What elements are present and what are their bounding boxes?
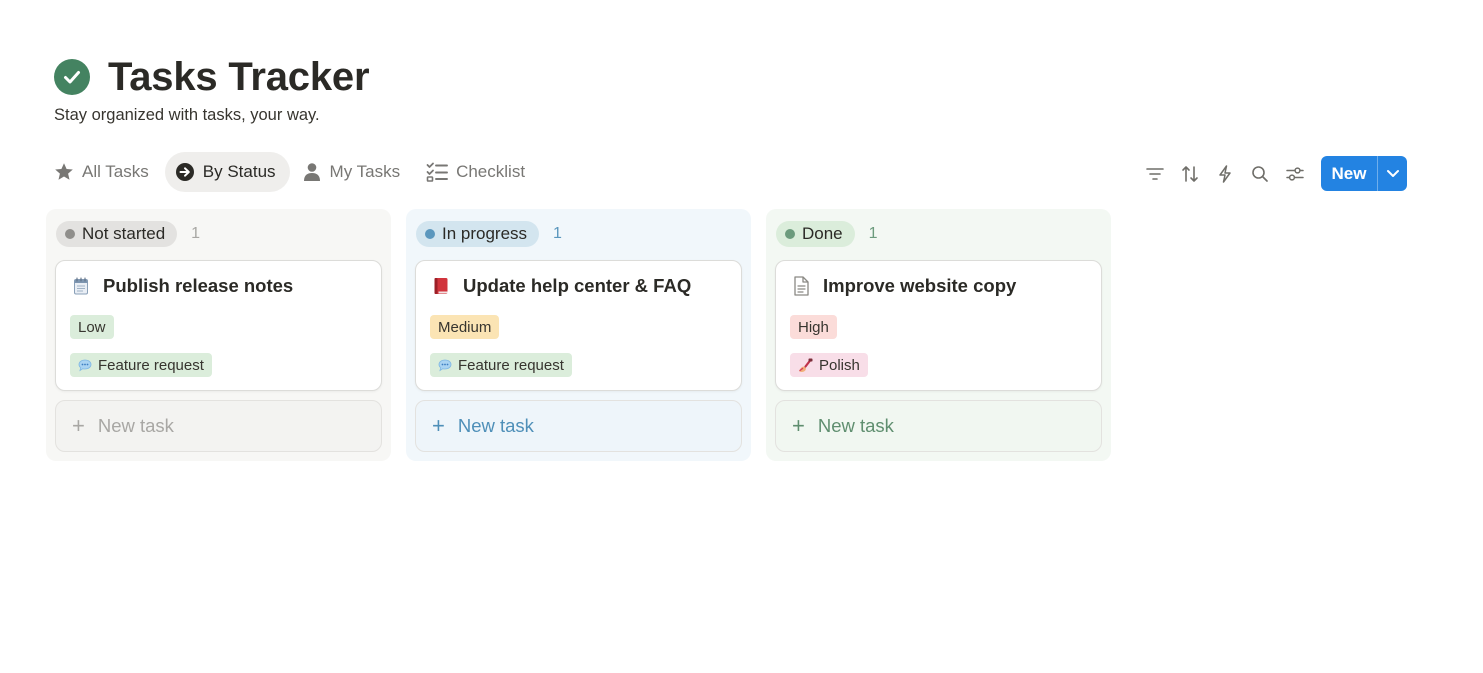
task-type-label: Feature request bbox=[98, 356, 204, 374]
card-title[interactable]: Improve website copy bbox=[823, 275, 1016, 297]
task-type-label: Feature request bbox=[458, 356, 564, 374]
sort-button[interactable] bbox=[1175, 159, 1205, 189]
column-header: Done 1 bbox=[776, 221, 878, 247]
status-dot bbox=[65, 229, 75, 239]
nail-polish-icon bbox=[798, 358, 813, 373]
column-count: 1 bbox=[191, 225, 201, 242]
new-task-label: New task bbox=[817, 415, 894, 436]
settings-icon bbox=[1286, 167, 1304, 181]
search-button[interactable] bbox=[1245, 159, 1275, 189]
priority-tag: Medium bbox=[430, 315, 500, 339]
tab-label: All Tasks bbox=[82, 162, 149, 181]
priority-label: High bbox=[798, 318, 829, 336]
page-title[interactable]: Tasks Tracker bbox=[108, 55, 370, 100]
speech-bubble-icon bbox=[78, 359, 92, 372]
task-card[interactable]: Update help center & FAQ Medium Feature … bbox=[415, 260, 742, 391]
plus-icon: + bbox=[792, 413, 805, 438]
priority-label: Medium bbox=[438, 318, 492, 336]
status-badge[interactable]: In progress bbox=[416, 221, 540, 247]
tab-label: My Tasks bbox=[329, 162, 401, 181]
settings-button[interactable] bbox=[1280, 159, 1310, 189]
column-header: Not started 1 bbox=[56, 221, 200, 247]
new-task-label: New task bbox=[457, 415, 534, 436]
card-title[interactable]: Update help center & FAQ bbox=[463, 275, 691, 297]
card-title-row: Improve website copy bbox=[791, 275, 1016, 297]
automation-icon bbox=[1219, 165, 1231, 183]
status-label: Not started bbox=[82, 224, 166, 243]
plus-icon: + bbox=[432, 413, 445, 438]
search-icon bbox=[1252, 166, 1268, 182]
status-badge[interactable]: Not started bbox=[56, 221, 178, 247]
view-tabs: All Tasks By Status My Tasks Checklist bbox=[44, 152, 541, 192]
new-dropdown-button[interactable] bbox=[1378, 156, 1407, 191]
check-circle-icon[interactable] bbox=[54, 59, 90, 95]
page: Tasks Tracker Stay organized with tasks,… bbox=[0, 0, 1483, 673]
title-row: Tasks Tracker bbox=[54, 54, 370, 100]
view-toolbar bbox=[1140, 156, 1315, 192]
tab-my-tasks[interactable]: My Tasks bbox=[292, 152, 415, 192]
document-icon bbox=[791, 276, 811, 296]
new-task-label: New task bbox=[97, 415, 174, 436]
board-column-in-progress: In progress 1 Update help center & FAQ M… bbox=[406, 209, 751, 461]
red-book-icon bbox=[431, 276, 451, 296]
automation-button[interactable] bbox=[1210, 159, 1240, 189]
tab-label: Checklist bbox=[456, 162, 526, 181]
board-column-done: Done 1 Improve website copy High Polish bbox=[766, 209, 1111, 461]
filter-button[interactable] bbox=[1140, 159, 1170, 189]
status-label: Done bbox=[802, 224, 843, 243]
star-icon bbox=[55, 163, 73, 180]
status-dot bbox=[785, 229, 795, 239]
page-subtitle: Stay organized with tasks, your way. bbox=[54, 106, 320, 124]
status-label: In progress bbox=[442, 224, 528, 243]
priority-tag: Low bbox=[70, 315, 114, 339]
person-icon bbox=[303, 163, 320, 181]
sort-icon bbox=[1182, 166, 1198, 182]
column-count: 1 bbox=[553, 225, 562, 242]
column-count: 1 bbox=[868, 225, 878, 242]
column-header: In progress 1 bbox=[416, 221, 562, 247]
task-type-tag: Polish bbox=[790, 353, 868, 377]
task-card[interactable]: Improve website copy High Polish bbox=[775, 260, 1102, 391]
status-badge[interactable]: Done bbox=[776, 221, 855, 247]
tab-all-tasks[interactable]: All Tasks bbox=[44, 152, 163, 192]
priority-label: Low bbox=[78, 318, 106, 336]
speech-bubble-icon bbox=[438, 359, 452, 372]
card-title-row: Publish release notes bbox=[71, 275, 293, 297]
board-column-not-started: Not started 1 Publish release notes Low … bbox=[46, 209, 391, 461]
card-title[interactable]: Publish release notes bbox=[103, 275, 293, 297]
filter-icon bbox=[1146, 168, 1164, 180]
priority-tag: High bbox=[790, 315, 837, 339]
new-task-button[interactable]: + New task bbox=[415, 400, 742, 452]
notepad-icon bbox=[71, 276, 91, 296]
tab-checklist[interactable]: Checklist bbox=[416, 152, 539, 192]
status-dot bbox=[425, 229, 435, 239]
new-button[interactable]: New bbox=[1321, 156, 1407, 191]
new-task-button[interactable]: + New task bbox=[55, 400, 382, 452]
checklist-icon bbox=[426, 162, 449, 182]
arrow-circle-icon bbox=[175, 163, 194, 181]
new-task-button[interactable]: + New task bbox=[775, 400, 1102, 452]
card-title-row: Update help center & FAQ bbox=[431, 275, 691, 297]
tab-label: By Status bbox=[202, 162, 276, 181]
plus-icon: + bbox=[72, 413, 85, 438]
chevron-down-icon bbox=[1386, 170, 1399, 177]
task-type-tag: Feature request bbox=[70, 353, 212, 377]
task-type-label: Polish bbox=[819, 356, 860, 374]
new-button-label[interactable]: New bbox=[1321, 156, 1377, 191]
task-type-tag: Feature request bbox=[430, 353, 572, 377]
tab-by-status[interactable]: By Status bbox=[164, 152, 290, 192]
task-card[interactable]: Publish release notes Low Feature reques… bbox=[55, 260, 382, 391]
